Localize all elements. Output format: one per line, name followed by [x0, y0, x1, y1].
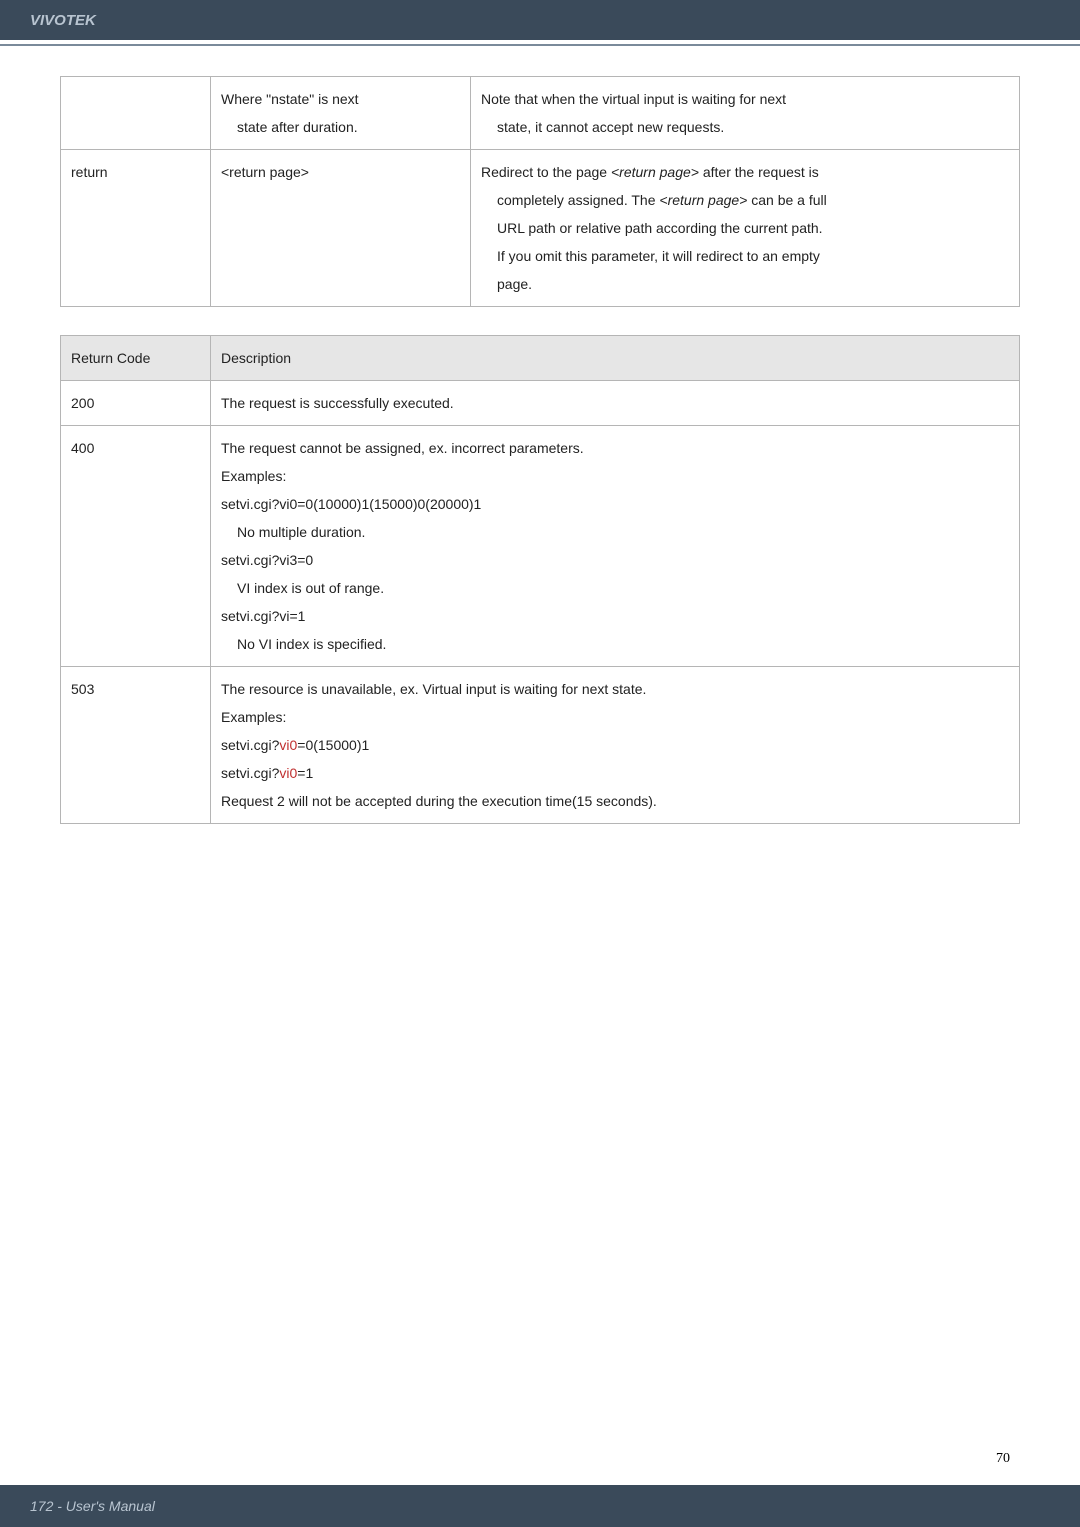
text: after the request is	[699, 164, 819, 180]
table-row: 400 The request cannot be assigned, ex. …	[61, 426, 1020, 667]
text: Where "nstate" is next	[221, 91, 359, 107]
text: state after duration.	[221, 113, 358, 141]
text: setvi.cgi?vi0=0(15000)1	[221, 737, 369, 753]
cell: The resource is unavailable, ex. Virtual…	[211, 667, 1020, 824]
text: Examples:	[221, 709, 286, 725]
text: completely assigned. The <return page> c…	[481, 186, 827, 214]
text-italic: <return page>	[611, 164, 699, 180]
table-row: 503 The resource is unavailable, ex. Vir…	[61, 667, 1020, 824]
text: setvi.cgi?vi=1	[221, 608, 305, 624]
page-number: 70	[996, 1451, 1010, 1467]
header-cell: Description	[211, 336, 1020, 381]
table-row: return <return page> Redirect to the pag…	[61, 150, 1020, 307]
text: setvi.cgi?vi3=0	[221, 552, 313, 568]
text: page.	[481, 270, 532, 298]
text: setvi.cgi?vi0=1	[221, 765, 313, 781]
footer-bar: 172 - User's Manual	[0, 1485, 1080, 1527]
table-row: Where "nstate" is next state after durat…	[61, 77, 1020, 150]
cell: <return page>	[211, 150, 471, 307]
text: The resource is unavailable, ex. Virtual…	[221, 681, 646, 697]
text: No multiple duration.	[221, 518, 365, 546]
cell: Where "nstate" is next state after durat…	[211, 77, 471, 150]
brand-text: VIVOTEK	[30, 12, 96, 29]
footer-text: 172 - User's Manual	[30, 1498, 155, 1514]
parameters-table: Where "nstate" is next state after durat…	[60, 76, 1020, 307]
text: Note that when the virtual input is wait…	[481, 91, 786, 107]
cell: 200	[61, 381, 211, 426]
page-content: Where "nstate" is next state after durat…	[0, 46, 1080, 824]
header-cell: Return Code	[61, 336, 211, 381]
text: No VI index is specified.	[221, 630, 386, 658]
cell	[61, 77, 211, 150]
cell: Note that when the virtual input is wait…	[471, 77, 1020, 150]
cell: The request cannot be assigned, ex. inco…	[211, 426, 1020, 667]
table-row: 200 The request is successfully executed…	[61, 381, 1020, 426]
text: The request cannot be assigned, ex. inco…	[221, 440, 584, 456]
cell: 400	[61, 426, 211, 667]
cell: The request is successfully executed.	[211, 381, 1020, 426]
table-header-row: Return Code Description	[61, 336, 1020, 381]
text: setvi.cgi?vi0=0(10000)1(15000)0(20000)1	[221, 496, 481, 512]
text: Examples:	[221, 468, 286, 484]
text: URL path or relative path according the …	[481, 214, 823, 242]
cell: 503	[61, 667, 211, 824]
cell: Redirect to the page <return page> after…	[471, 150, 1020, 307]
text: state, it cannot accept new requests.	[481, 113, 724, 141]
return-code-table: Return Code Description 200 The request …	[60, 335, 1020, 824]
text: Redirect to the page	[481, 164, 611, 180]
text: Request 2 will not be accepted during th…	[221, 793, 657, 809]
cell: return	[61, 150, 211, 307]
text: VI index is out of range.	[221, 574, 384, 602]
header-bar: VIVOTEK	[0, 0, 1080, 40]
text: If you omit this parameter, it will redi…	[481, 242, 820, 270]
